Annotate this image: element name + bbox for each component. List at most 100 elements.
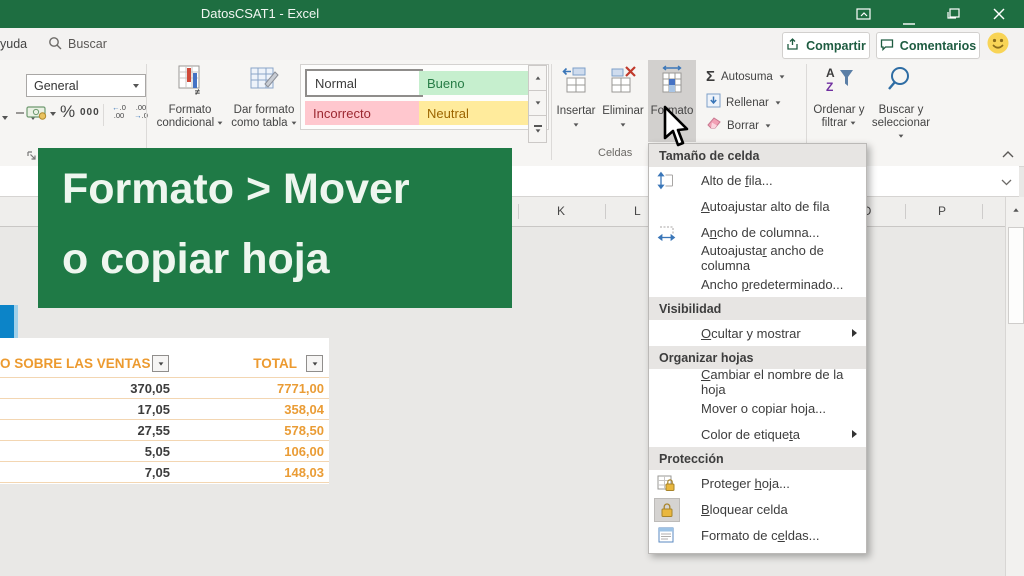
search-icon xyxy=(48,36,63,56)
cell-style-neutral[interactable]: Neutral xyxy=(419,101,531,125)
svg-text:≠: ≠ xyxy=(195,87,200,96)
increase-decimal-button[interactable]: ←.0 .00 xyxy=(109,104,129,120)
menu-item-autofit-row-height[interactable]: Autoajustar alto de fila xyxy=(649,193,866,219)
table-row[interactable]: 27,55 578,50 xyxy=(0,419,329,440)
ribbon-display-options-icon[interactable] xyxy=(856,7,872,26)
worksheet-table[interactable]: O SOBRE LAS VENTAS TOTAL 370,05 7771,00 … xyxy=(0,338,329,484)
title-bar: DatosCSAT1 - Excel xyxy=(0,0,1024,28)
vertical-scrollbar[interactable] xyxy=(1005,197,1024,576)
table-row[interactable]: 7,05 148,03 xyxy=(0,461,329,482)
fill-button[interactable]: Rellenar xyxy=(706,93,781,113)
menu-item-protect-sheet[interactable]: Proteger hoja... xyxy=(649,470,866,496)
currency-format-button[interactable] xyxy=(26,105,48,125)
mouse-cursor xyxy=(662,105,692,152)
smiley-face-icon[interactable] xyxy=(986,31,1011,61)
menu-item-default-width[interactable]: Ancho predeterminado... xyxy=(649,271,866,297)
styles-scroll-down-icon[interactable] xyxy=(528,90,547,116)
number-format-combo[interactable]: General xyxy=(26,74,146,97)
cell-value: 578,50 xyxy=(284,423,324,438)
eraser-icon xyxy=(706,116,722,135)
expand-formula-bar-icon[interactable] xyxy=(1000,174,1013,192)
table-row[interactable]: 17,05 358,04 xyxy=(0,398,329,419)
styles-scroll-up-icon[interactable] xyxy=(528,65,547,91)
comments-button[interactable]: Comentarios xyxy=(876,32,980,59)
autosum-button[interactable]: Σ Autosuma xyxy=(706,68,785,85)
decrease-decimal-button[interactable]: .00 →.0 xyxy=(131,104,151,120)
column-header-p[interactable]: P xyxy=(938,204,946,218)
submenu-arrow-icon xyxy=(852,329,857,337)
conditional-formatting-button[interactable]: ≠ Formato condicional xyxy=(152,64,228,130)
filter-dropdown-icon[interactable] xyxy=(152,355,169,372)
comma-style-button[interactable]: 000 xyxy=(80,107,100,118)
percent-style-button[interactable]: % xyxy=(60,102,75,122)
fill-label: Rellenar xyxy=(726,97,769,109)
chevron-down-icon xyxy=(133,84,139,88)
menu-item-move-copy-sheet[interactable]: Mover o copiar hoja... xyxy=(649,395,866,421)
insert-cells-button[interactable]: Insertar xyxy=(553,64,599,127)
delete-cells-label: Eliminar xyxy=(602,105,644,118)
delete-cells-button[interactable]: Eliminar xyxy=(600,64,646,127)
cell-value: 106,00 xyxy=(284,444,324,459)
cell-value: 5,05 xyxy=(145,444,170,459)
find-select-label-2: seleccionar xyxy=(868,117,934,143)
currency-dropdown-icon[interactable] xyxy=(50,112,56,116)
number-dialog-launcher-icon[interactable] xyxy=(27,148,37,166)
scroll-up-icon[interactable] xyxy=(1006,197,1024,223)
column-header-l[interactable]: L xyxy=(634,204,641,218)
menu-item-format-cells[interactable]: Formato de celdas... xyxy=(649,522,866,548)
cell-value: 358,04 xyxy=(284,402,324,417)
column-header-k[interactable]: K xyxy=(557,204,565,218)
divider xyxy=(103,104,104,126)
protect-sheet-icon xyxy=(654,472,678,494)
sort-filter-button[interactable]: AZ Ordenar y filtrar xyxy=(808,64,870,130)
row-height-icon xyxy=(654,169,678,191)
caption-line-1: Formato > Mover xyxy=(62,154,512,224)
blue-chart-fragment xyxy=(0,305,14,338)
collapse-ribbon-icon[interactable] xyxy=(1001,146,1015,164)
menu-item-row-height[interactable]: Alto de fila... xyxy=(649,167,866,193)
format-as-table-icon xyxy=(247,64,281,101)
cells-group-label: Celdas xyxy=(598,147,632,159)
table-row[interactable]: 5,05 106,00 xyxy=(0,440,329,461)
cell-value: 27,55 xyxy=(137,423,170,438)
table-row[interactable]: 370,05 7771,00 xyxy=(0,377,329,398)
styles-more-icon[interactable] xyxy=(528,115,547,143)
cell-style-incorrecto[interactable]: Incorrecto xyxy=(305,101,421,125)
share-button[interactable]: Compartir xyxy=(782,32,870,59)
fill-color-icon[interactable] xyxy=(16,112,24,114)
menu-item-lock-cell[interactable]: Bloquear celda xyxy=(649,496,866,522)
divider xyxy=(551,64,552,160)
scrollbar-thumb[interactable] xyxy=(1008,227,1024,324)
menu-item-column-width[interactable]: Ancho de columna... xyxy=(649,219,866,245)
menu-item-tab-color[interactable]: Color de etiqueta xyxy=(649,421,866,447)
borders-dropdown-icon[interactable] xyxy=(2,116,8,120)
format-as-table-label-2: como tabla xyxy=(231,117,296,130)
window-title: DatosCSAT1 - Excel xyxy=(160,6,360,21)
cell-style-normal[interactable]: Normal xyxy=(305,69,423,97)
menu-header-visibility: Visibilidad xyxy=(649,297,866,320)
restore-window-button[interactable] xyxy=(946,7,962,26)
format-cells-size-icon xyxy=(657,64,687,101)
filter-dropdown-icon[interactable] xyxy=(306,355,323,372)
tab-ayuda[interactable]: yuda xyxy=(0,37,27,51)
menu-item-autofit-column-width[interactable]: Autoajustar ancho de columna xyxy=(649,245,866,271)
find-select-label-1: Buscar y xyxy=(879,104,924,117)
divider xyxy=(905,204,906,219)
insert-cells-icon xyxy=(561,64,591,101)
chevron-down-icon xyxy=(574,123,579,126)
menu-header-protection: Protección xyxy=(649,447,866,470)
menu-item-hide-show[interactable]: Ocultar y mostrar xyxy=(649,320,866,346)
cell-value: 7771,00 xyxy=(277,381,324,396)
cell-style-bueno[interactable]: Bueno xyxy=(419,71,531,95)
sort-filter-label-1: Ordenar y xyxy=(813,104,864,117)
autosum-label: Autosuma xyxy=(721,71,773,83)
close-button[interactable] xyxy=(992,7,1006,26)
search-input[interactable]: Buscar xyxy=(68,37,107,51)
caption-line-2: o copiar hoja xyxy=(62,224,512,294)
clear-button[interactable]: Borrar xyxy=(706,116,771,135)
menu-item-rename-sheet[interactable]: Cambiar el nombre de la hoja xyxy=(649,369,866,395)
format-dropdown-menu: Tamaño de celda Alto de fila... Autoajus… xyxy=(648,143,867,554)
find-select-button[interactable]: Buscar y seleccionar xyxy=(868,64,934,143)
cell-value: 148,03 xyxy=(284,465,324,480)
format-as-table-button[interactable]: Dar formato como tabla xyxy=(228,64,300,130)
